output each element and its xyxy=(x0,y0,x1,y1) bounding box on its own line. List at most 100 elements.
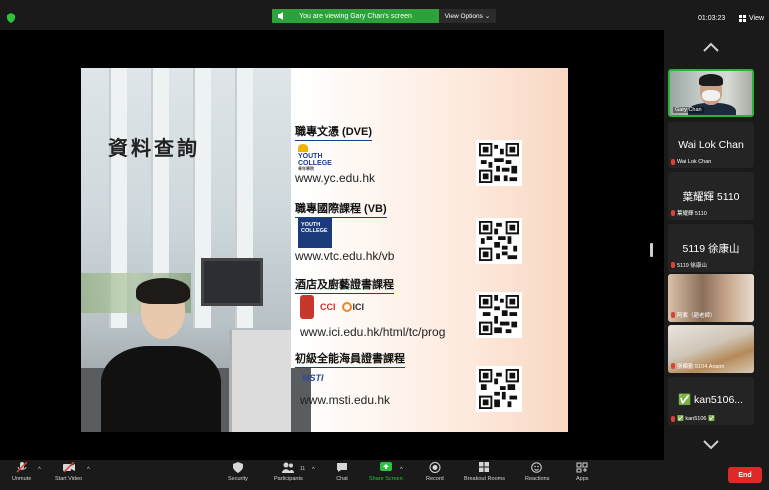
monitor xyxy=(201,258,263,306)
chevron-down-icon[interactable] xyxy=(703,440,719,450)
start-video-label: Start Video xyxy=(55,476,83,482)
reactions-button[interactable]: Reactions xyxy=(525,462,549,482)
section-url[interactable]: www.yc.edu.hk xyxy=(295,171,375,185)
section-url[interactable]: www.vtc.edu.hk/vb xyxy=(295,249,394,263)
participant-name: Wai Lok Chan xyxy=(677,159,712,165)
youth-college-international-logo: YOUTH COLLEGE xyxy=(298,218,332,248)
participant-display-name: ✅ kan5106... xyxy=(678,394,744,406)
breakout-rooms-button[interactable]: Breakout Rooms xyxy=(464,462,505,482)
section-dve: 職專文憑 (DVE) xyxy=(295,122,372,141)
view-options-button[interactable]: View Options ⌄ xyxy=(439,9,496,23)
ici-ring-icon xyxy=(341,302,352,312)
chat-icon xyxy=(337,463,347,472)
chat-button[interactable]: Chat xyxy=(336,462,348,482)
participant-name: 葉耀輝 5110 xyxy=(677,211,707,217)
qr-code-icon xyxy=(476,140,522,186)
participant-display-name: 5119 徐康山 xyxy=(682,243,740,255)
mic-muted-icon xyxy=(671,416,675,422)
participant-tile-gary[interactable]: Gary Chan xyxy=(668,69,754,117)
participants-label: Participants xyxy=(274,476,303,482)
participants-count: 11 xyxy=(300,466,306,472)
security-label: Security xyxy=(228,476,248,482)
section-msti: 初級全能海員證書課程 xyxy=(295,349,405,368)
panel-resize-handle[interactable] xyxy=(650,243,653,257)
record-label: Record xyxy=(426,476,444,482)
laptop xyxy=(229,330,291,432)
mic-muted-icon xyxy=(671,159,675,165)
end-meeting-button[interactable]: End xyxy=(728,467,762,483)
chevron-up-icon[interactable]: ^ xyxy=(400,467,403,473)
participant-name: ✅ kan5106 ✅ xyxy=(677,416,715,422)
apps-icon xyxy=(576,462,588,473)
ici-logo: ICI xyxy=(341,302,365,312)
qr-code-icon xyxy=(476,366,522,412)
apps-label: Apps xyxy=(576,476,589,482)
section-ici: 酒店及廚藝證書課程 xyxy=(295,275,394,294)
logo-text: YOUTH COLLEGE xyxy=(298,153,332,167)
apps-button[interactable]: Apps xyxy=(576,462,589,482)
people-icon xyxy=(282,462,295,473)
share-screen-label: Share Screen xyxy=(369,476,403,482)
participant-label: 阿紫（趙老師） xyxy=(671,311,716,319)
view-label: View xyxy=(749,15,765,22)
participants-button[interactable]: Participants xyxy=(274,462,303,482)
record-button[interactable]: Record xyxy=(426,462,444,482)
grid-view-icon xyxy=(739,15,746,22)
reactions-label: Reactions xyxy=(525,476,550,482)
chevron-up-icon[interactable]: ^ xyxy=(87,467,90,473)
student-body xyxy=(101,346,221,432)
msti-logo: MSTI xyxy=(302,373,324,383)
smiley-icon xyxy=(531,462,543,473)
unmute-label: Unmute xyxy=(12,476,32,482)
mask xyxy=(702,90,720,101)
view-button[interactable]: View xyxy=(739,15,764,22)
viewing-text: You are viewing Gary Chan's screen xyxy=(299,12,412,20)
section-vb: 職專國際課程 (VB) xyxy=(295,199,387,218)
participant-tile[interactable]: 阿紫（趙老師） xyxy=(668,274,754,322)
participant-label: ✅ kan5106 ✅ xyxy=(671,416,715,422)
mic-muted-icon xyxy=(16,462,28,473)
record-icon xyxy=(429,462,441,473)
breakout-rooms-icon xyxy=(479,462,490,472)
view-options-label: View Options xyxy=(444,12,483,20)
chevron-up-icon[interactable]: ^ xyxy=(312,467,315,473)
meeting-timer: 01:03:23 xyxy=(698,15,726,22)
participant-tile[interactable]: 葉耀輝 5110 葉耀輝 5110 xyxy=(668,172,754,220)
slide-photo xyxy=(81,68,311,432)
mic-muted-icon xyxy=(671,262,675,268)
participant-label: Wai Lok Chan xyxy=(671,159,711,165)
participant-display-name: 葉耀輝 5110 xyxy=(682,191,740,203)
video-off-icon xyxy=(62,462,75,473)
participant-label: 5119 徐康山 xyxy=(671,261,707,269)
participant-tile[interactable]: ✅ kan5106... ✅ kan5106 ✅ xyxy=(668,377,754,425)
participant-name: 5119 徐康山 xyxy=(677,263,707,269)
start-video-button[interactable]: Start Video xyxy=(55,462,82,482)
mic-muted-icon xyxy=(671,312,675,318)
chevron-up-icon[interactable] xyxy=(703,42,719,52)
qr-code-icon xyxy=(476,292,522,338)
section-url[interactable]: www.msti.edu.hk xyxy=(300,393,390,407)
chevron-down-icon: ⌄ xyxy=(484,13,491,20)
youth-college-logo: YOUTH COLLEGE 青年學院 xyxy=(298,144,348,171)
mic-muted-icon xyxy=(671,363,675,369)
chevron-up-icon[interactable]: ^ xyxy=(38,467,41,473)
participant-display-name: Wai Lok Chan xyxy=(678,139,744,151)
security-button[interactable]: Security xyxy=(228,462,248,482)
ici-logos: CCI ICI xyxy=(300,295,364,319)
participant-tile[interactable]: Wai Lok Chan Wai Lok Chan xyxy=(668,122,754,168)
chat-label: Chat xyxy=(336,476,348,482)
ici-logo-text: ICI xyxy=(352,302,365,312)
shield-icon[interactable] xyxy=(6,13,16,23)
share-screen-button[interactable]: Share Screen xyxy=(369,462,403,482)
participant-tile[interactable]: 5119 徐康山 5119 徐康山 xyxy=(668,224,754,272)
mic-muted-icon xyxy=(671,210,675,216)
participant-tile[interactable]: 張顯勤 5104 Anson xyxy=(668,325,754,373)
gary-hair xyxy=(699,74,723,86)
section-url[interactable]: www.ici.edu.hk/html/tc/prog xyxy=(300,325,445,339)
participant-name: 張顯勤 5104 Anson xyxy=(677,364,725,370)
shield-icon xyxy=(232,462,243,473)
vtc-emblem-icon xyxy=(300,295,314,319)
unmute-button[interactable]: Unmute xyxy=(12,462,31,482)
viewing-banner: You are viewing Gary Chan's screen xyxy=(272,9,439,23)
section-heading: 初級全能海員證書課程 xyxy=(295,350,405,368)
